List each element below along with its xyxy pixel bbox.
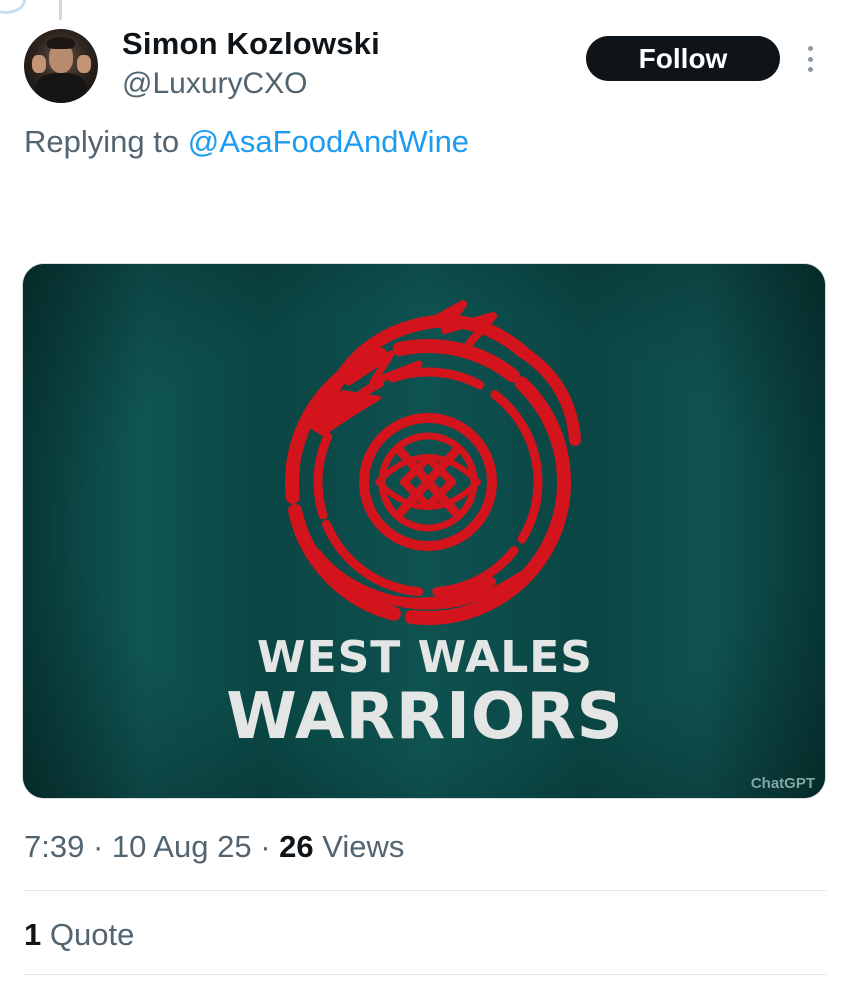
author-display-name[interactable]: Simon Kozlowski xyxy=(122,26,380,62)
author-handle[interactable]: @LuxuryCXO xyxy=(122,67,308,101)
tweet-time[interactable]: 7:39 xyxy=(24,829,84,864)
replying-to-prefix: Replying to xyxy=(24,124,180,159)
thread-connector-line xyxy=(59,0,62,20)
flag-line-2: WARRIORS xyxy=(226,680,623,754)
reply-mention-link[interactable]: @AsaFoodAndWine xyxy=(188,124,469,159)
quote-count: 1 xyxy=(24,917,42,952)
quotes-link[interactable]: 1 Quote xyxy=(24,917,134,953)
previous-avatar-edge xyxy=(0,0,26,14)
views-label: Views xyxy=(322,829,405,864)
avatar[interactable] xyxy=(24,29,98,103)
tweet-date[interactable]: 10 Aug 25 xyxy=(112,829,252,864)
tweet-image[interactable]: WEST WALES WARRIORS ChatGPT xyxy=(22,263,826,799)
follow-button[interactable]: Follow xyxy=(586,36,780,81)
divider xyxy=(24,974,826,975)
quote-label: Quote xyxy=(49,917,135,952)
chatgpt-watermark: ChatGPT xyxy=(751,775,815,792)
tweet-meta: 7:39 · 10 Aug 25 · 26 Views xyxy=(24,829,405,864)
divider xyxy=(24,890,826,891)
flag-line-1: WEST WALES xyxy=(257,632,593,683)
views-count: 26 xyxy=(279,829,314,864)
replying-to-line: Replying to @AsaFoodAndWine xyxy=(24,124,469,160)
more-vertical-icon[interactable] xyxy=(798,42,822,76)
